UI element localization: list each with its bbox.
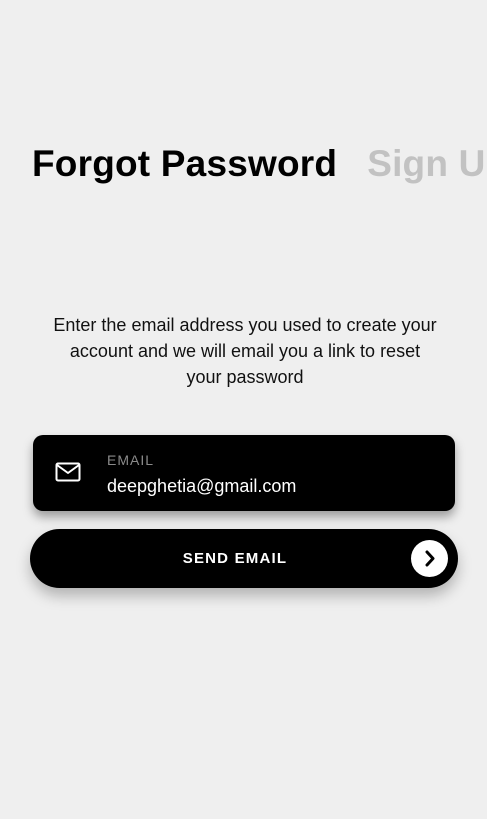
tab-sign-up[interactable]: Sign Up — [367, 143, 487, 184]
email-field-label: EMAIL — [107, 452, 155, 468]
arrow-button-circle[interactable] — [411, 540, 448, 577]
mail-icon — [55, 462, 81, 482]
send-email-button[interactable]: SEND EMAIL — [30, 529, 458, 588]
send-email-label: SEND EMAIL — [182, 550, 288, 567]
chevron-right-icon — [425, 550, 435, 567]
forgot-password-screen: Forgot Password Sign Up Enter the email a… — [0, 0, 487, 819]
instructions-text: Enter the email address you used to crea… — [53, 315, 437, 387]
tab-forgot-password[interactable]: Forgot Password — [32, 143, 337, 184]
email-input[interactable] — [105, 473, 439, 499]
auth-tabs: Forgot Password Sign Up — [32, 143, 487, 185]
email-field-card: EMAIL — [33, 435, 455, 511]
